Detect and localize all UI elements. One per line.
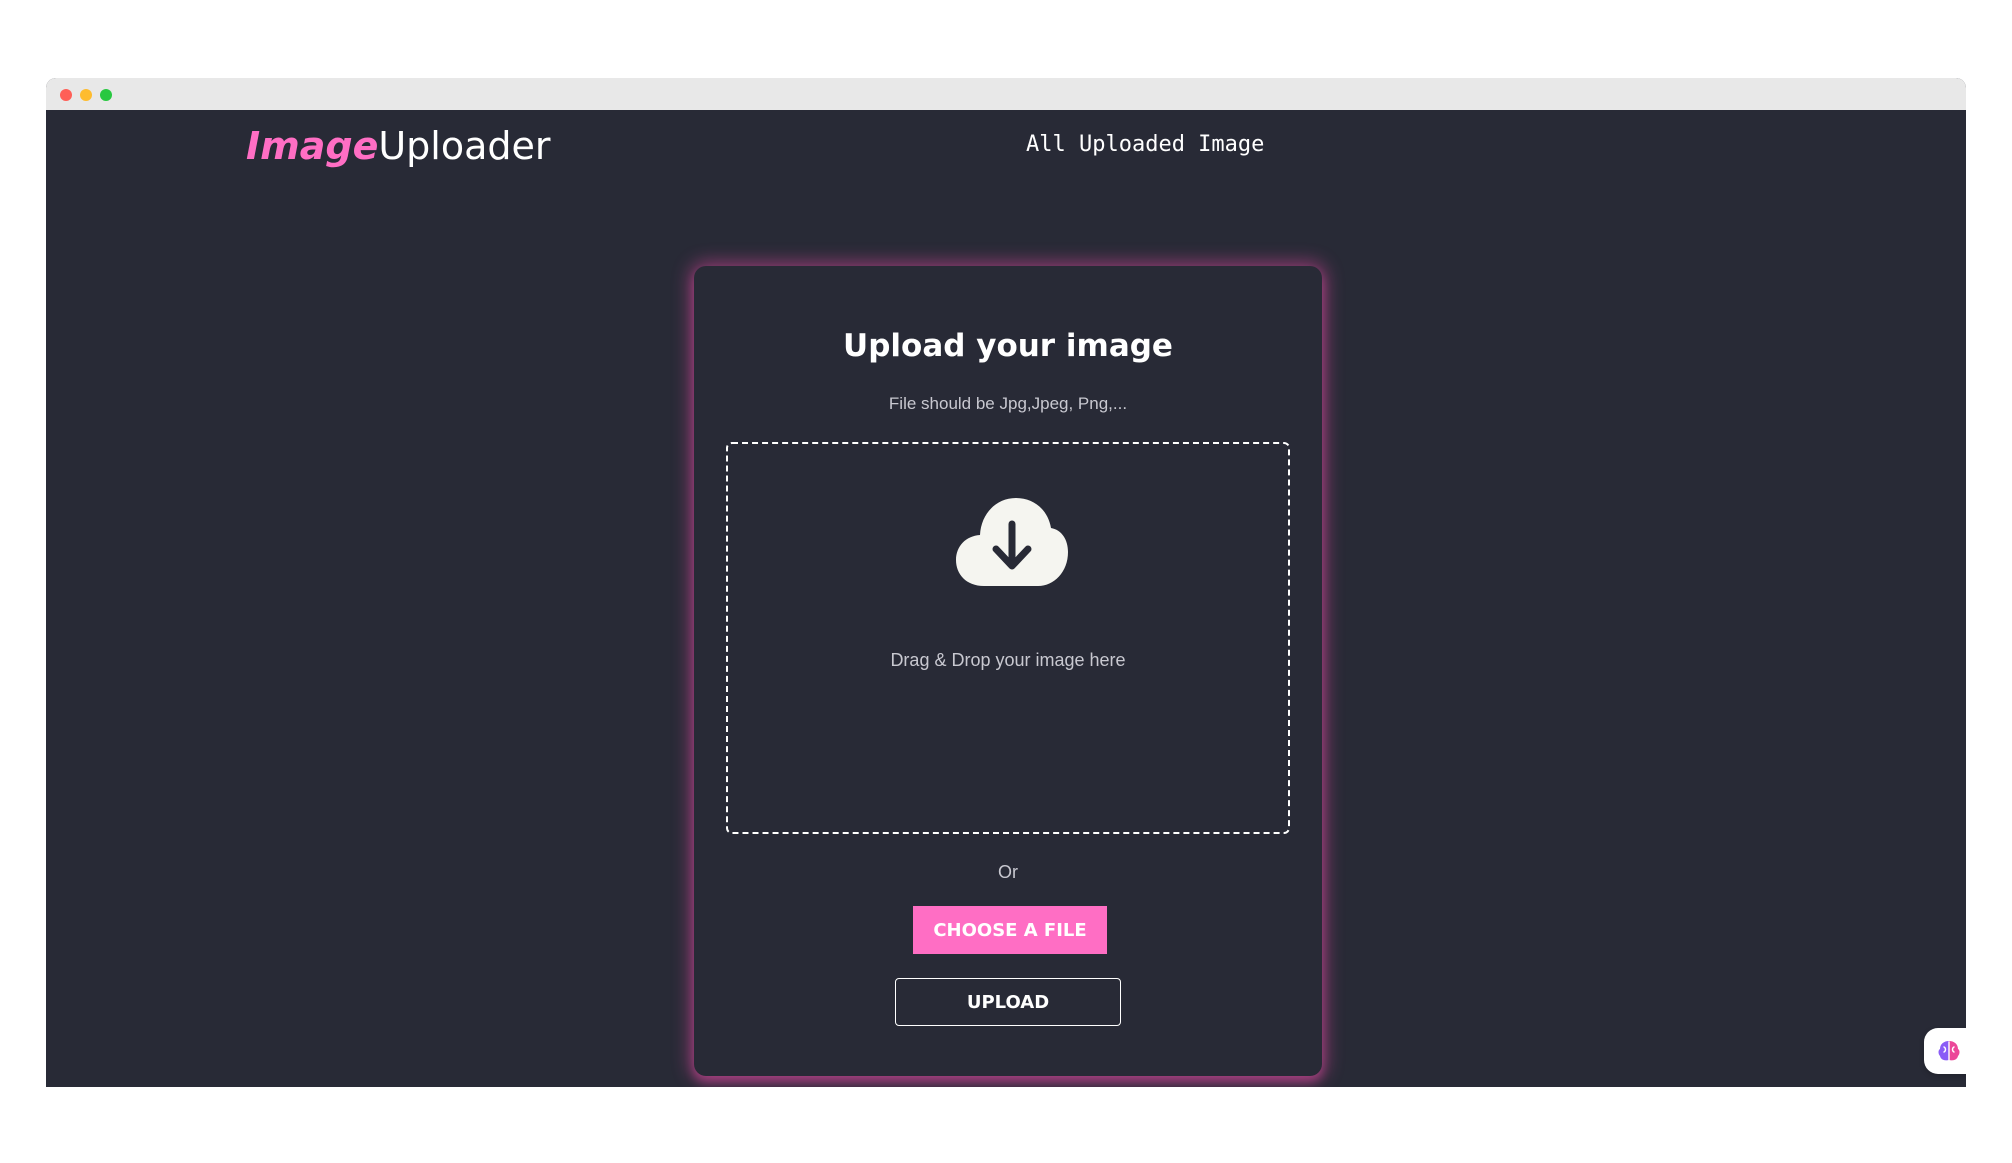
dropzone-text: Drag & Drop your image here [890, 650, 1126, 670]
card-subtitle: File should be Jpg,Jpeg, Png,... [888, 394, 1128, 413]
nav-all-uploaded-image[interactable]: All Uploaded Image [1026, 132, 1264, 157]
logo-rest-text: Uploader [378, 124, 551, 168]
minimize-window-dot[interactable] [80, 89, 92, 101]
cloud-download-icon [956, 498, 1068, 586]
or-separator: Or [998, 862, 1018, 882]
upload-card: Upload your image File should be Jpg,Jpe… [694, 266, 1322, 1076]
window-titlebar [46, 78, 1966, 110]
card-title: Upload your image [843, 328, 1173, 364]
logo-accent-text: Image [246, 124, 379, 168]
choose-file-button[interactable]: CHOOSE A FILE [913, 906, 1107, 954]
floating-widget-button[interactable] [1924, 1028, 1966, 1074]
maximize-window-dot[interactable] [100, 89, 112, 101]
image-dropzone[interactable]: Drag & Drop your image here [726, 442, 1290, 834]
upload-button[interactable]: UPLOAD [895, 978, 1121, 1026]
browser-window: ImageUploader All Uploaded Image Upload … [46, 78, 1966, 1087]
close-window-dot[interactable] [60, 89, 72, 101]
app-logo[interactable]: ImageUploader [246, 124, 551, 168]
brain-icon [1938, 1041, 1960, 1061]
